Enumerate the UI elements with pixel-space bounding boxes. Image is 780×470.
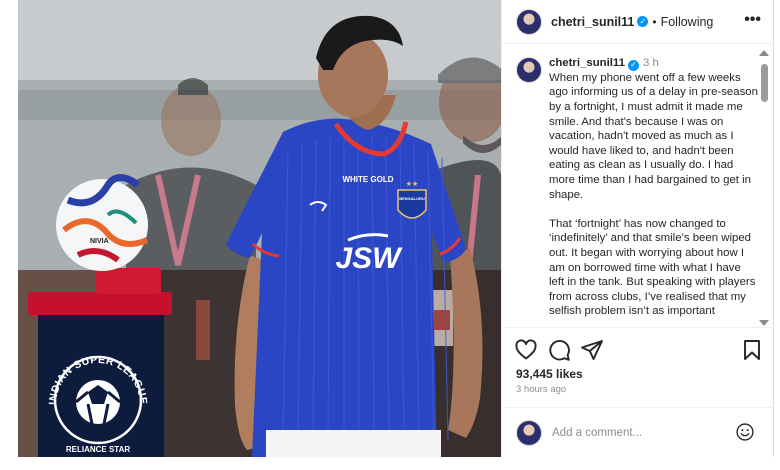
caption-scrollbar[interactable] <box>759 50 769 326</box>
comment-input[interactable] <box>552 424 732 442</box>
caption-text-2: That ‘fortnight’ has now changed to ‘ind… <box>549 217 756 318</box>
post-image[interactable]: INDIAN SUPER LEAGUE RELIANCE STAR NIVIA <box>18 0 501 457</box>
emoji-icon[interactable] <box>735 422 755 442</box>
post-header: chetri_sunil11 ✓ • Following ••• <box>502 0 775 44</box>
podium-subtext: RELIANCE STAR <box>66 445 131 454</box>
caption-scroll-area[interactable]: chetri_sunil11 ✓ 3 h When my phone went off… <box>502 45 775 328</box>
verified-icon: ✓ <box>637 16 649 27</box>
author-username[interactable]: chetri_sunil11 <box>551 15 634 29</box>
club-badge-text: BENGALURU <box>399 196 425 201</box>
shirt-sponsor-text: WHITE GOLD <box>342 175 393 184</box>
isl-podium: INDIAN SUPER LEAGUE RELIANCE STAR <box>28 268 172 457</box>
share-icon[interactable] <box>580 338 604 362</box>
caption-text-1: When my phone went off a few weeks ago i… <box>549 71 758 201</box>
more-options-icon[interactable]: ••• <box>744 11 761 29</box>
verified-icon: ✓ <box>627 59 639 71</box>
viewer-avatar <box>516 420 542 446</box>
post-details-panel: chetri_sunil11 ✓ • Following ••• chetri_… <box>501 0 775 457</box>
scroll-down-arrow-icon[interactable] <box>759 320 769 326</box>
comment-bar <box>502 407 775 457</box>
bookmark-icon[interactable] <box>740 338 764 362</box>
scroll-up-arrow-icon[interactable] <box>759 50 769 56</box>
scrollbar-thumb[interactable] <box>761 64 768 102</box>
heart-icon[interactable] <box>514 338 538 362</box>
post-actions <box>502 338 775 362</box>
ball-brand-text: NIVIA <box>90 238 109 245</box>
caption-author-avatar[interactable] <box>516 57 542 83</box>
caption-time: 3 h <box>642 57 659 69</box>
kit-sponsor-text: JSW <box>335 242 403 275</box>
caption-username[interactable]: chetri_sunil11 <box>549 57 625 69</box>
post-photo: INDIAN SUPER LEAGUE RELIANCE STAR NIVIA <box>18 0 501 457</box>
caption-paragraph: chetri_sunil11 ✓ 3 h When my phone went off… <box>549 56 759 202</box>
svg-text:★★: ★★ <box>406 180 419 188</box>
author-avatar[interactable] <box>516 8 542 35</box>
comment-icon[interactable] <box>547 338 571 362</box>
post-timestamp[interactable]: 3 hours ago <box>516 384 566 395</box>
header-separator: • <box>652 14 657 29</box>
following-button[interactable]: Following <box>661 15 714 29</box>
caption: chetri_sunil11 ✓ 3 h When my phone went off… <box>549 56 759 319</box>
likes-count[interactable]: 93,445 likes <box>516 367 583 381</box>
